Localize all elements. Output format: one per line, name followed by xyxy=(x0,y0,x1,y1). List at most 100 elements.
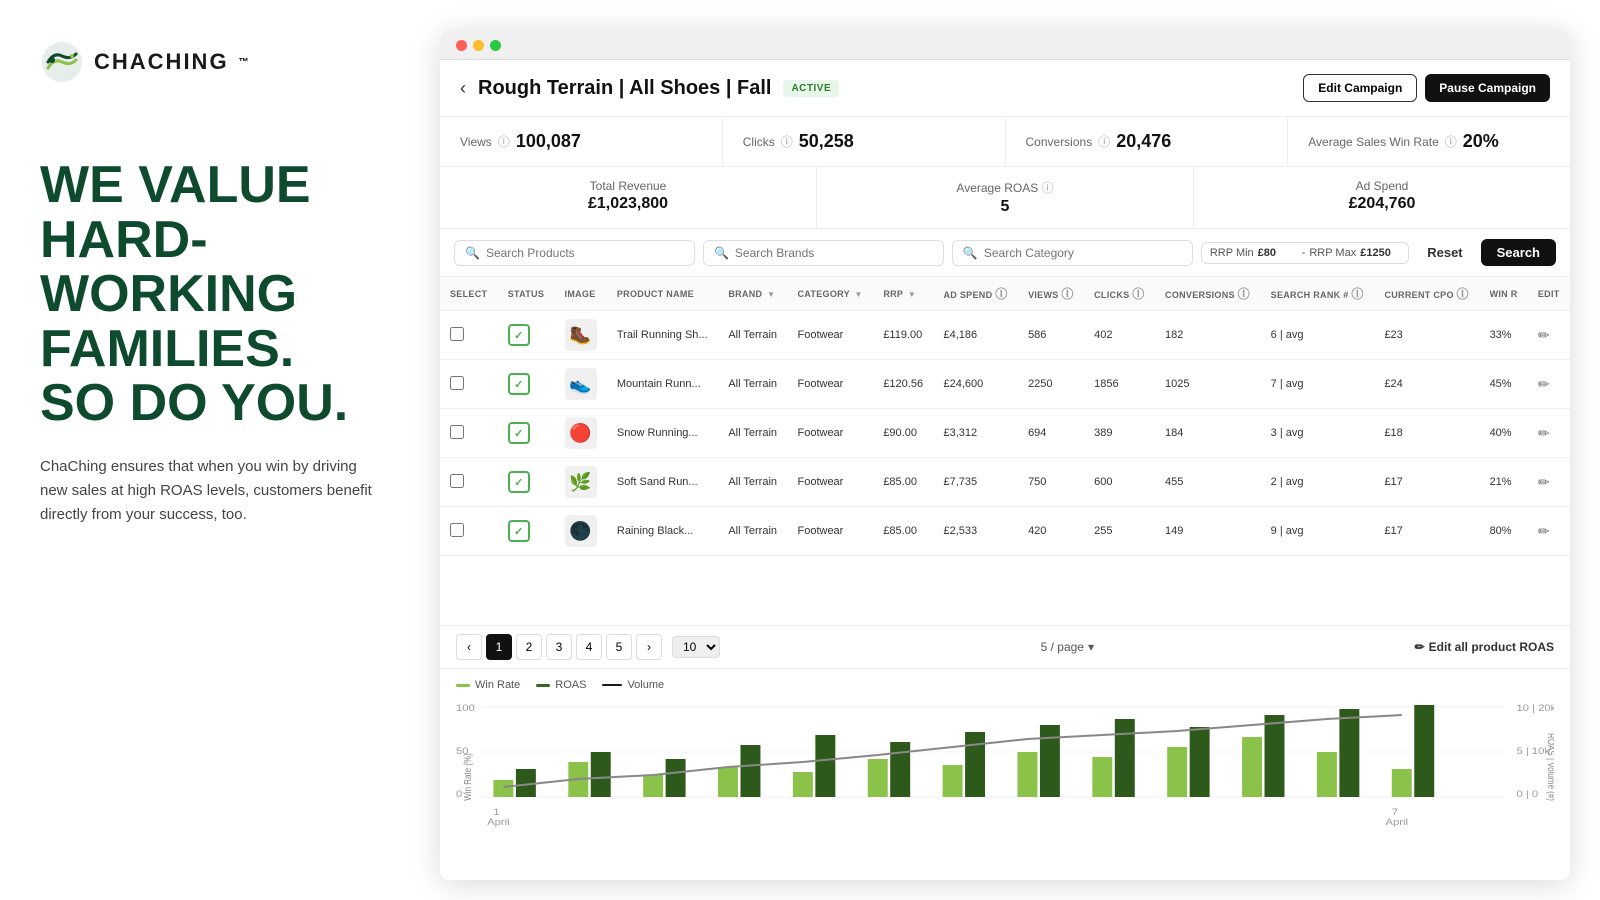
row-category: Footwear xyxy=(787,507,873,556)
search-category-input[interactable] xyxy=(984,246,1182,260)
brand-sort-icon[interactable]: ▼ xyxy=(767,290,775,299)
page-5-button[interactable]: 5 xyxy=(606,634,632,660)
next-page-button[interactable]: › xyxy=(636,634,662,660)
row-product-name: Raining Black... xyxy=(607,507,718,556)
page-4-button[interactable]: 4 xyxy=(576,634,602,660)
product-image: 🔴 xyxy=(565,417,597,449)
stat-views-value: 100,087 xyxy=(516,131,581,152)
edit-row-button[interactable]: ✏ xyxy=(1538,474,1550,491)
rrp-sort-icon[interactable]: ▼ xyxy=(908,290,916,299)
search-button[interactable]: Search xyxy=(1481,239,1556,266)
row-checkbox[interactable] xyxy=(450,425,464,439)
search-products-icon: 🔍 xyxy=(465,246,480,260)
row-rrp: £85.00 xyxy=(873,507,933,556)
revenue-row: Total Revenue £1,023,800 Average ROAS ⓘ … xyxy=(440,167,1570,229)
rrp-min-input[interactable] xyxy=(1258,247,1298,259)
edit-row-button[interactable]: ✏ xyxy=(1538,327,1550,344)
search-brands-input[interactable] xyxy=(735,246,933,260)
adspend-info-icon[interactable]: ⓘ xyxy=(995,287,1007,301)
svg-text:Win Rate (%): Win Rate (%) xyxy=(462,753,473,800)
row-current-cpo: £24 xyxy=(1374,360,1479,409)
page-1-button[interactable]: 1 xyxy=(486,634,512,660)
rrp-range-group: RRP Min - RRP Max xyxy=(1201,242,1409,264)
maximize-dot[interactable] xyxy=(490,40,501,51)
roas-info-icon[interactable]: ⓘ xyxy=(1042,181,1054,195)
back-button[interactable]: ‹ xyxy=(460,78,466,99)
page-buttons: ‹ 1 2 3 4 5 › 10 25 50 xyxy=(456,634,720,660)
product-image: 🥾 xyxy=(565,319,597,351)
svg-text:100: 100 xyxy=(456,704,475,714)
minimize-dot[interactable] xyxy=(473,40,484,51)
col-image: IMAGE xyxy=(555,277,607,311)
stat-clicks-label: Clicks xyxy=(743,135,775,149)
row-category: Footwear xyxy=(787,409,873,458)
edit-campaign-button[interactable]: Edit Campaign xyxy=(1303,74,1417,102)
col-status: STATUS xyxy=(498,277,555,311)
rank-col-info-icon[interactable]: ⓘ xyxy=(1351,287,1363,301)
row-win-rate: 40% xyxy=(1480,409,1528,458)
hero-section: WE VALUE HARD- WORKING FAMILIES. SO DO Y… xyxy=(40,128,390,431)
row-conversions: 182 xyxy=(1155,311,1261,360)
pause-campaign-button[interactable]: Pause Campaign xyxy=(1425,74,1550,102)
row-rrp: £90.00 xyxy=(873,409,933,458)
chart-legend: Win Rate ROAS Volume xyxy=(456,679,1554,691)
search-brands-icon: 🔍 xyxy=(714,246,729,260)
conversions-info-icon[interactable]: ⓘ xyxy=(1098,133,1110,150)
rev-roas: Average ROAS ⓘ 5 xyxy=(817,167,1194,228)
rrp-max-input[interactable] xyxy=(1360,247,1400,259)
search-brands-box: 🔍 xyxy=(703,240,944,266)
edit-all-roas-button[interactable]: ✏ Edit all product ROAS xyxy=(1415,640,1554,654)
row-brand: All Terrain xyxy=(718,458,787,507)
table-header-row: SELECT STATUS IMAGE PRODUCT NAME BRAND ▼… xyxy=(440,277,1570,311)
row-checkbox[interactable] xyxy=(450,376,464,390)
row-status: ✓ xyxy=(498,507,555,556)
row-status: ✓ xyxy=(498,458,555,507)
stat-views: Views ⓘ 100,087 xyxy=(440,117,723,166)
clicks-col-info-icon[interactable]: ⓘ xyxy=(1132,287,1144,301)
edit-row-button[interactable]: ✏ xyxy=(1538,376,1550,393)
row-checkbox[interactable] xyxy=(450,474,464,488)
cpo-col-info-icon[interactable]: ⓘ xyxy=(1457,287,1469,301)
row-brand: All Terrain xyxy=(718,507,787,556)
conv-col-info-icon[interactable]: ⓘ xyxy=(1238,287,1250,301)
search-products-input[interactable] xyxy=(486,246,684,260)
prev-page-button[interactable]: ‹ xyxy=(456,634,482,660)
campaign-title: Rough Terrain | All Shoes | Fall xyxy=(478,77,771,100)
edit-row-button[interactable]: ✏ xyxy=(1538,425,1550,442)
page-2-button[interactable]: 2 xyxy=(516,634,542,660)
row-ad-spend: £4,186 xyxy=(933,311,1018,360)
row-clicks: 1856 xyxy=(1084,360,1155,409)
chart-section: Win Rate ROAS Volume 100 50 xyxy=(440,669,1570,880)
rev-total: Total Revenue £1,023,800 xyxy=(440,167,817,228)
rrp-min-label: RRP Min xyxy=(1210,247,1254,259)
reset-button[interactable]: Reset xyxy=(1417,240,1472,265)
col-edit: EDIT xyxy=(1528,277,1570,311)
status-check-icon: ✓ xyxy=(508,324,530,346)
per-page-chevron[interactable]: ▾ xyxy=(1088,640,1094,654)
views-col-info-icon[interactable]: ⓘ xyxy=(1061,287,1073,301)
page-3-button[interactable]: 3 xyxy=(546,634,572,660)
row-search-rank: 7 | avg xyxy=(1261,360,1375,409)
row-brand: All Terrain xyxy=(718,311,787,360)
row-search-rank: 6 | avg xyxy=(1261,311,1375,360)
win-rate-info-icon[interactable]: ⓘ xyxy=(1445,133,1457,150)
views-info-icon[interactable]: ⓘ xyxy=(498,133,510,150)
row-current-cpo: £17 xyxy=(1374,458,1479,507)
close-dot[interactable] xyxy=(456,40,467,51)
stat-clicks-value: 50,258 xyxy=(799,131,854,152)
rev-total-label: Total Revenue xyxy=(460,179,796,193)
clicks-info-icon[interactable]: ⓘ xyxy=(781,133,793,150)
col-brand: BRAND ▼ xyxy=(718,277,787,311)
legend-roas: ROAS xyxy=(536,679,586,691)
row-views: 586 xyxy=(1018,311,1084,360)
col-category: CATEGORY ▼ xyxy=(787,277,873,311)
row-clicks: 389 xyxy=(1084,409,1155,458)
edit-row-button[interactable]: ✏ xyxy=(1538,523,1550,540)
page-size-select[interactable]: 10 25 50 xyxy=(672,636,720,658)
col-rrp: RRP ▼ xyxy=(873,277,933,311)
row-checkbox[interactable] xyxy=(450,327,464,341)
row-select xyxy=(440,360,498,409)
row-checkbox[interactable] xyxy=(450,523,464,537)
search-products-box: 🔍 xyxy=(454,240,695,266)
category-sort-icon[interactable]: ▼ xyxy=(855,290,863,299)
